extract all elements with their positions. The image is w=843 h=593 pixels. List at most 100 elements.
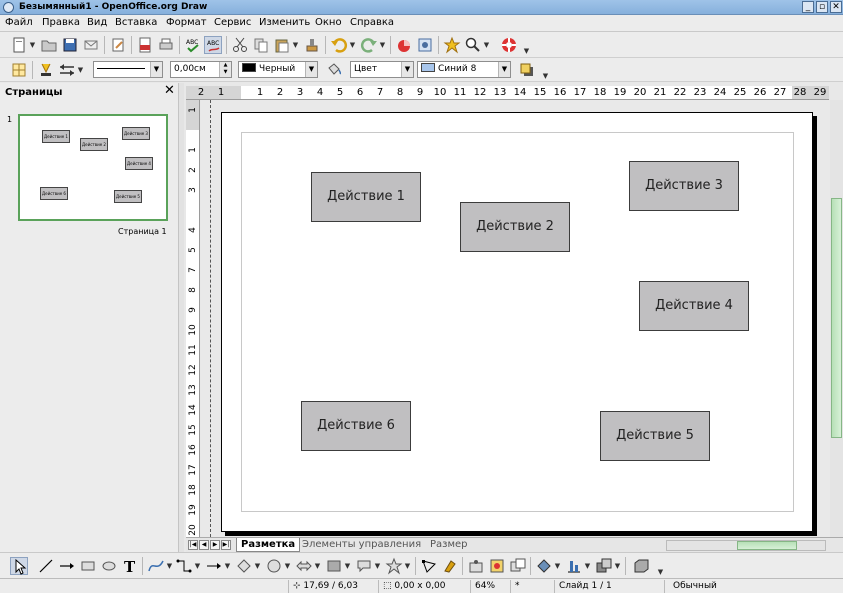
block-arrows-dropdown-icon[interactable]: ▼ [314,557,321,575]
vertical-scrollbar[interactable] [830,100,843,537]
line-width-spin-icon[interactable]: ▲ ▼ [219,62,231,77]
copy-icon[interactable] [252,36,270,54]
cut-icon[interactable] [231,36,249,54]
shape-action-2[interactable]: Действие 2 [460,202,570,252]
glue-points-icon[interactable] [441,557,459,575]
undo-dropdown-icon[interactable]: ▼ [349,36,356,54]
line-color-dropdown-icon[interactable]: ▼ [305,62,317,77]
clone-formatting-icon[interactable] [303,36,321,54]
callouts-icon[interactable] [355,557,373,575]
shape-action-6[interactable]: Действие 6 [301,401,411,451]
undo-icon[interactable] [330,36,348,54]
area-color-select[interactable]: Синий 8 ▼ [417,61,511,78]
gallery-star-icon[interactable] [443,36,461,54]
connector-dropdown-icon[interactable]: ▼ [194,557,201,575]
slide-page[interactable]: Действие 1 Действие 2 Действие 3 Действи… [221,112,813,532]
fontwork-icon[interactable] [467,557,485,575]
panel-splitter[interactable] [178,83,184,552]
symbol-shapes-icon[interactable] [265,557,283,575]
tab-layout[interactable]: Разметка [236,538,301,552]
horizontal-scroll-thumb[interactable] [737,541,797,550]
from-file-icon[interactable] [488,557,506,575]
autospellcheck-icon[interactable]: ABC [204,36,222,54]
arrow-style-icon[interactable] [58,61,76,79]
rectangle-tool-icon[interactable] [79,557,97,575]
zoom-dropdown-icon[interactable]: ▼ [483,36,490,54]
horizontal-scrollbar[interactable] [666,540,826,551]
line-tool-icon[interactable] [37,557,55,575]
area-style-select[interactable]: Цвет ▼ [350,61,414,78]
menu-tools[interactable]: Сервис [214,16,251,30]
tab-controls[interactable]: Элементы управления [298,538,425,552]
drawing-canvas[interactable]: Действие 1 Действие 2 Действие 3 Действи… [201,100,830,537]
new-document-icon[interactable] [10,36,28,54]
rotate-icon[interactable] [535,557,553,575]
toolbar2-overflow-icon[interactable]: ▼ [542,67,549,85]
callouts-dropdown-icon[interactable]: ▼ [374,557,381,575]
shape-action-3[interactable]: Действие 3 [629,161,739,211]
stars-icon[interactable] [385,557,403,575]
close-window-button[interactable]: ✕ [830,1,842,13]
spellcheck-icon[interactable]: ABC [184,36,202,54]
prev-tab-icon[interactable]: ◀ [199,540,209,550]
horizontal-ruler[interactable]: 2 1 1 2 3 4 5 6 7 8 9 10 11 12 13 14 15 … [186,86,829,100]
points-icon[interactable] [420,557,438,575]
line-style-dropdown-icon[interactable]: ▼ [150,62,162,77]
menu-edit[interactable]: Правка [42,16,80,30]
curve-tool-icon[interactable] [147,557,165,575]
menu-format[interactable]: Формат [166,16,207,30]
print-icon[interactable] [157,36,175,54]
shape-action-5[interactable]: Действие 5 [600,411,710,461]
new-dropdown-icon[interactable]: ▼ [29,36,36,54]
lines-arrows-icon[interactable] [205,557,223,575]
ellipse-tool-icon[interactable] [100,557,118,575]
line-width-field[interactable]: 0,00см ▲ ▼ [170,61,232,78]
area-style-dropdown-icon[interactable]: ▼ [401,62,413,77]
menu-window[interactable]: Окно [315,16,342,30]
vertical-scroll-thumb[interactable] [831,198,842,438]
arrow-line-tool-icon[interactable] [58,557,76,575]
styles-icon[interactable] [10,61,28,79]
area-bucket-icon[interactable] [325,61,343,79]
block-arrows-icon[interactable] [295,557,313,575]
zoom-level[interactable]: 64% [470,580,510,593]
zoom-icon[interactable] [464,36,482,54]
page-thumbnail[interactable]: Действие 1 Действие 2 Действие 3 Действи… [18,114,168,221]
lines-arrows-dropdown-icon[interactable]: ▼ [224,557,231,575]
close-icon[interactable]: ✕ [164,84,175,98]
menu-view[interactable]: Вид [87,16,107,30]
tab-dimensions[interactable]: Размер [426,538,472,552]
redo-icon[interactable] [360,36,378,54]
extrusion-icon[interactable] [632,557,650,575]
stars-dropdown-icon[interactable]: ▼ [404,557,411,575]
line-color-select[interactable]: Черный ▼ [238,61,318,78]
text-tool-icon[interactable]: T [121,557,139,575]
arrange-icon[interactable] [595,557,613,575]
redo-dropdown-icon[interactable]: ▼ [379,36,386,54]
email-icon[interactable] [82,36,100,54]
flowchart-dropdown-icon[interactable]: ▼ [344,557,351,575]
connector-tool-icon[interactable] [175,557,193,575]
basic-shapes-icon[interactable] [235,557,253,575]
shadow-icon[interactable] [518,61,536,79]
line-icon[interactable] [37,61,55,79]
rotate-dropdown-icon[interactable]: ▼ [554,557,561,575]
select-arrow-icon[interactable] [10,557,28,575]
menu-help[interactable]: Справка [350,16,394,30]
basic-shapes-dropdown-icon[interactable]: ▼ [254,557,261,575]
open-folder-icon[interactable] [40,36,58,54]
maximize-button[interactable]: ▫ [816,1,828,13]
save-icon[interactable] [61,36,79,54]
symbol-shapes-dropdown-icon[interactable]: ▼ [284,557,291,575]
curve-dropdown-icon[interactable]: ▼ [166,557,173,575]
paste-icon[interactable] [273,36,291,54]
navigator-icon[interactable] [416,36,434,54]
align-dropdown-icon[interactable]: ▼ [584,557,591,575]
help-lifebuoy-icon[interactable] [500,36,518,54]
chart-icon[interactable] [395,36,413,54]
line-style-select[interactable]: ▼ [93,61,163,78]
align-icon[interactable] [565,557,583,575]
next-tab-icon[interactable]: ▶ [210,540,220,550]
menu-insert[interactable]: Вставка [115,16,157,30]
paste-dropdown-icon[interactable]: ▼ [292,36,299,54]
